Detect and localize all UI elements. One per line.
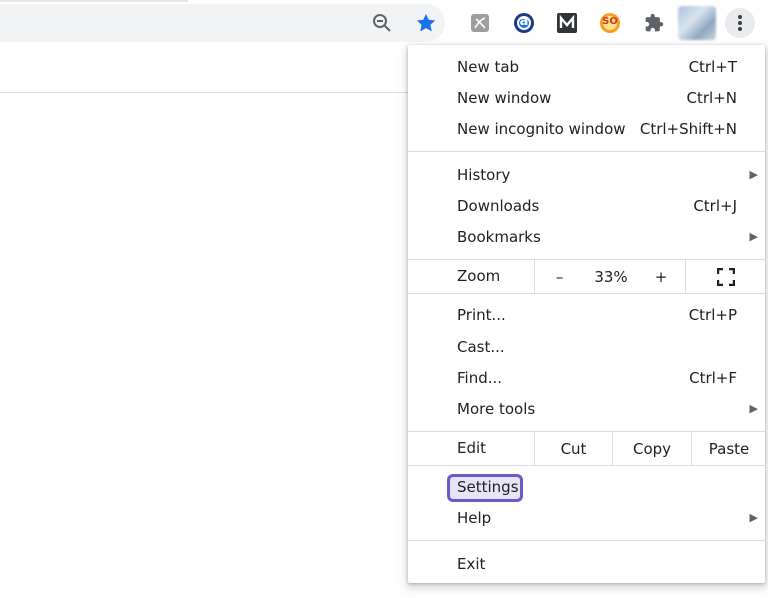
menu-item-more-tools[interactable]: More tools ▶ <box>408 394 765 425</box>
edit-label: Edit <box>457 439 487 457</box>
menu-item-label: New tab <box>457 58 520 76</box>
submenu-arrow-icon: ▶ <box>749 168 758 181</box>
menu-item-label: Cast... <box>457 338 505 356</box>
puzzle-icon[interactable] <box>641 10 667 36</box>
zoom-plus-glyph: + <box>654 267 668 286</box>
menu-separator <box>408 151 765 152</box>
tab-strip-edge <box>0 0 188 2</box>
menu-item-exit[interactable]: Exit <box>408 549 765 580</box>
menu-item-shortcut: Ctrl+P <box>688 306 737 324</box>
zoom-out-button[interactable]: – <box>534 260 584 293</box>
menu-item-history[interactable]: History ▶ <box>408 160 765 191</box>
zoom-in-button[interactable]: + <box>638 260 684 293</box>
cut-button[interactable]: Cut <box>534 432 612 465</box>
profile-avatar[interactable] <box>678 6 716 40</box>
menu-item-label: Settings <box>457 478 519 496</box>
page-content-divider <box>0 92 412 93</box>
zoom-level: 33% <box>584 260 638 293</box>
submenu-arrow-icon: ▶ <box>749 230 758 243</box>
menu-item-label: History <box>457 166 511 184</box>
menu-item-shortcut: Ctrl+Shift+N <box>639 120 737 138</box>
menu-item-bookmarks[interactable]: Bookmarks ▶ <box>408 222 765 253</box>
browser-toolbar: a SO <box>0 0 768 46</box>
more-vert-icon[interactable] <box>725 8 755 38</box>
copy-label: Copy <box>632 439 672 458</box>
menu-separator <box>408 540 765 541</box>
a-extension-icon[interactable]: a <box>511 10 537 36</box>
paste-label: Paste <box>708 439 750 458</box>
menu-item-help[interactable]: Help ▶ <box>408 503 765 534</box>
copy-button[interactable]: Copy <box>612 432 691 465</box>
so-extension-icon[interactable]: SO <box>597 10 623 36</box>
menu-item-new-tab[interactable]: New tab Ctrl+T <box>408 52 765 83</box>
edit-row: Edit Cut Copy Paste <box>408 431 765 466</box>
m-extension-icon[interactable] <box>554 10 580 36</box>
zoom-out-icon[interactable] <box>369 10 395 36</box>
menu-item-label: Find... <box>457 369 503 387</box>
menu-item-label: Exit <box>457 555 486 573</box>
zoom-row: Zoom – 33% + <box>408 259 765 294</box>
menu-item-shortcut: Ctrl+T <box>688 58 737 76</box>
star-icon[interactable] <box>413 10 439 36</box>
zoom-minus-glyph: – <box>555 267 564 286</box>
menu-item-shortcut: Ctrl+F <box>689 369 737 387</box>
menu-item-label: New window <box>457 89 552 107</box>
paste-button[interactable]: Paste <box>691 432 766 465</box>
so-extension-letters: SO <box>602 16 618 27</box>
cut-label: Cut <box>560 439 587 458</box>
menu-item-label: Help <box>457 509 492 527</box>
menu-item-print[interactable]: Print... Ctrl+P <box>408 300 765 331</box>
menu-item-label: Bookmarks <box>457 228 541 246</box>
menu-item-new-window[interactable]: New window Ctrl+N <box>408 83 765 114</box>
menu-item-label: More tools <box>457 400 536 418</box>
submenu-arrow-icon: ▶ <box>749 402 758 415</box>
menu-item-find[interactable]: Find... Ctrl+F <box>408 363 765 394</box>
zoom-label: Zoom <box>457 267 501 285</box>
submenu-arrow-icon: ▶ <box>749 511 758 524</box>
chrome-main-menu: New tab Ctrl+T New window Ctrl+N New inc… <box>408 45 765 583</box>
menu-item-label: Downloads <box>457 197 540 215</box>
pdf-extension-icon[interactable] <box>467 10 493 36</box>
menu-item-shortcut: Ctrl+J <box>693 197 737 215</box>
menu-item-settings[interactable]: Settings <box>408 472 765 503</box>
menu-item-cast[interactable]: Cast... <box>408 332 765 363</box>
menu-item-downloads[interactable]: Downloads Ctrl+J <box>408 191 765 222</box>
zoom-value: 33% <box>594 267 628 286</box>
menu-item-new-incognito-window[interactable]: New incognito window Ctrl+Shift+N <box>408 114 765 145</box>
fullscreen-button[interactable] <box>685 260 766 293</box>
a-extension-letter: a <box>519 14 529 29</box>
menu-item-shortcut: Ctrl+N <box>686 89 737 107</box>
fullscreen-icon <box>717 267 735 286</box>
menu-item-label: New incognito window <box>457 120 626 138</box>
menu-item-label: Print... <box>457 306 506 324</box>
